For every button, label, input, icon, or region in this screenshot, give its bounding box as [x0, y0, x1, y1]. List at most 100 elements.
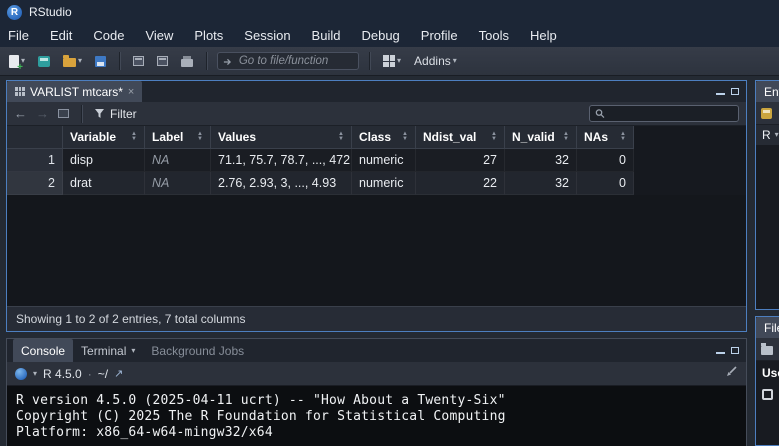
- menu-item-file[interactable]: File: [8, 28, 29, 43]
- files-content: User: [756, 361, 779, 445]
- files-path-user[interactable]: User: [762, 366, 779, 380]
- tab-files[interactable]: Files: [756, 317, 779, 338]
- load-workspace-icon[interactable]: [761, 108, 772, 119]
- menu-item-plots[interactable]: Plots: [194, 28, 223, 43]
- row-index: 2: [7, 172, 63, 195]
- chevron-down-icon: ▾: [397, 57, 401, 65]
- header-variable[interactable]: Variable ▲▼: [63, 126, 145, 149]
- tab-environment[interactable]: Envir: [756, 81, 779, 102]
- menu-item-debug[interactable]: Debug: [361, 28, 399, 43]
- header-label-col[interactable]: Label ▲▼: [145, 126, 211, 149]
- header-ndist-val[interactable]: Ndist_val ▲▼: [416, 126, 505, 149]
- clear-console-button[interactable]: [725, 365, 738, 383]
- toolbar-separator: [119, 52, 120, 70]
- console-toolbar: ▾ R 4.5.0 · ~/ ↗: [7, 362, 746, 386]
- show-pane-button[interactable]: [130, 54, 147, 68]
- table-search-input[interactable]: [609, 107, 733, 121]
- menu-item-help[interactable]: Help: [530, 28, 557, 43]
- sort-icon: ▲▼: [487, 132, 497, 142]
- variables-table: Variable ▲▼ Label ▲▼ Values ▲▼ Class ▲▼ …: [7, 126, 746, 195]
- panes-layout-button[interactable]: ▾: [380, 53, 404, 69]
- environment-content: [756, 145, 779, 309]
- copy-pane-button[interactable]: [154, 54, 171, 68]
- console-output[interactable]: R version 4.5.0 (2025-04-11 ucrt) -- "Ho…: [7, 386, 746, 446]
- header-label: Values: [218, 130, 256, 144]
- working-directory[interactable]: ~/: [98, 367, 108, 381]
- header-label: Label: [152, 130, 183, 144]
- new-folder-icon[interactable]: [761, 346, 773, 355]
- toolbar-separator: [81, 105, 82, 123]
- filter-label: Filter: [110, 107, 137, 121]
- cell-n-valid: 32: [505, 149, 577, 172]
- goto-directory-icon[interactable]: ↗: [114, 367, 123, 380]
- close-icon[interactable]: ×: [128, 86, 134, 98]
- save-button[interactable]: [92, 54, 109, 69]
- menu-item-edit[interactable]: Edit: [50, 28, 72, 43]
- header-label: NAs: [584, 130, 608, 144]
- chevron-down-icon: ▾: [775, 131, 779, 139]
- new-project-button[interactable]: [35, 54, 53, 69]
- tab-terminal[interactable]: Terminal ▾: [73, 339, 143, 362]
- r-selector-label: R: [762, 128, 771, 142]
- back-button[interactable]: ←: [14, 107, 27, 120]
- tab-background-jobs[interactable]: Background Jobs: [143, 339, 252, 362]
- cell-variable: disp: [63, 149, 145, 172]
- chevron-down-icon[interactable]: ▾: [33, 370, 37, 378]
- sort-icon: ▲▼: [127, 132, 137, 142]
- source-pane: VARLIST mtcars* × ← → Filter: [6, 80, 747, 332]
- status-text: Showing 1 to 2 of 2 entries, 7 total col…: [16, 312, 245, 326]
- separator-dot: ·: [88, 367, 92, 381]
- header-n-valid[interactable]: N_valid ▲▼: [505, 126, 577, 149]
- file-select-checkbox[interactable]: [762, 389, 773, 400]
- header-label: N_valid: [512, 130, 555, 144]
- header-class[interactable]: Class ▲▼: [352, 126, 416, 149]
- environment-tabbar: Envir: [756, 81, 779, 102]
- menu-item-session[interactable]: Session: [244, 28, 290, 43]
- pane-icon: [133, 56, 144, 66]
- source-tabbar: VARLIST mtcars* ×: [7, 81, 746, 102]
- goto-file-input[interactable]: [237, 54, 353, 68]
- header-label: Class: [359, 130, 391, 144]
- addins-button[interactable]: Addins ▾: [411, 52, 460, 70]
- maximize-icon[interactable]: [731, 88, 739, 95]
- titlebar: R RStudio: [0, 0, 779, 24]
- tab-label: Terminal: [81, 344, 126, 358]
- table-row[interactable]: 1 disp NA 71.1, 75.7, 78.7, ..., 472 num…: [7, 149, 746, 172]
- cell-nas: 0: [577, 149, 634, 172]
- menu-item-code[interactable]: Code: [93, 28, 124, 43]
- cell-class: numeric: [352, 172, 416, 195]
- console-tabbar: Console Terminal ▾ Background Jobs: [7, 339, 746, 362]
- menu-item-view[interactable]: View: [145, 28, 173, 43]
- goto-file-box: [217, 52, 359, 70]
- popout-window-icon[interactable]: [58, 109, 69, 118]
- forward-button[interactable]: →: [36, 107, 49, 120]
- filter-button[interactable]: Filter: [94, 107, 137, 121]
- print-button[interactable]: [178, 53, 196, 69]
- header-nas[interactable]: NAs ▲▼: [577, 126, 634, 149]
- new-file-button[interactable]: ▾: [6, 53, 28, 70]
- table-icon: [15, 87, 25, 96]
- console-line: Copyright (C) 2025 The R Foundation for …: [16, 409, 737, 425]
- r-version-label[interactable]: R 4.5.0: [43, 367, 82, 381]
- header-values[interactable]: Values ▲▼: [211, 126, 352, 149]
- table-row[interactable]: 2 drat NA 2.76, 2.93, 3, ..., 4.93 numer…: [7, 172, 746, 195]
- sort-icon: ▲▼: [559, 132, 569, 142]
- menu-item-tools[interactable]: Tools: [479, 28, 509, 43]
- maximize-icon[interactable]: [731, 347, 739, 354]
- cell-class: numeric: [352, 149, 416, 172]
- save-icon: [95, 56, 106, 67]
- menu-item-profile[interactable]: Profile: [421, 28, 458, 43]
- cell-label: NA: [145, 172, 211, 195]
- console-pane: Console Terminal ▾ Background Jobs ▾ R 4…: [6, 338, 747, 446]
- main-toolbar: ▾ ▾ ▾ Addins: [0, 47, 779, 76]
- minimize-icon[interactable]: [716, 93, 725, 95]
- cell-ndist-val: 22: [416, 172, 505, 195]
- open-file-button[interactable]: ▾: [60, 53, 85, 69]
- environment-r-selector[interactable]: R ▾: [756, 125, 779, 145]
- menu-item-build[interactable]: Build: [312, 28, 341, 43]
- minimize-icon[interactable]: [716, 352, 725, 354]
- tab-console[interactable]: Console: [13, 339, 73, 362]
- chevron-down-icon: ▾: [453, 57, 457, 65]
- tab-varlist-mtcars[interactable]: VARLIST mtcars* ×: [7, 81, 142, 102]
- app-title: RStudio: [29, 5, 72, 19]
